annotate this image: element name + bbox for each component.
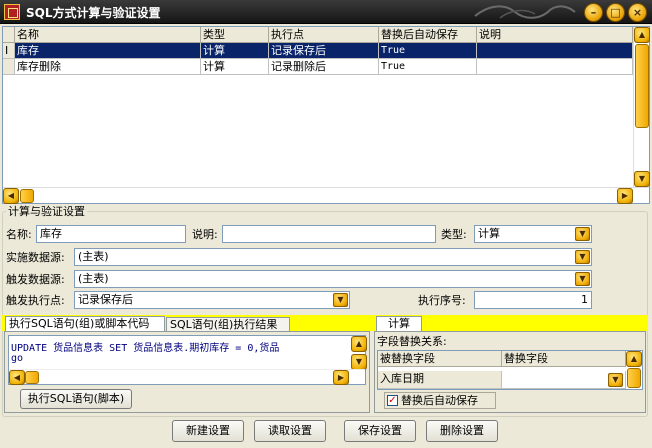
scroll-up-icon[interactable]: ▲ bbox=[626, 351, 642, 367]
grid-corner-header bbox=[3, 27, 15, 43]
scroll-thumb[interactable] bbox=[635, 44, 649, 128]
code-line: UPDATE 货品信息表 SET 货品信息表.期初库存 = 0,货品 bbox=[11, 343, 280, 354]
trigger-source-select[interactable]: (主表) ▼ bbox=[74, 270, 592, 288]
checkbox-check-icon[interactable]: ✓ bbox=[387, 395, 398, 406]
close-button[interactable]: × bbox=[628, 3, 647, 22]
cell-replaced-field[interactable]: 入库日期 bbox=[378, 371, 502, 389]
cell-type[interactable]: 计算 bbox=[201, 59, 269, 75]
trigger-point-value: 记录保存后 bbox=[78, 293, 133, 306]
title-bar[interactable]: SQL方式计算与验证设置 – □ × bbox=[0, 0, 652, 24]
code-line: go bbox=[11, 353, 24, 364]
maximize-button[interactable]: □ bbox=[606, 3, 625, 22]
ornament-icon bbox=[474, 5, 576, 19]
exec-order-input[interactable]: 1 bbox=[474, 291, 592, 309]
name-input[interactable]: 库存 bbox=[36, 225, 186, 243]
scroll-thumb[interactable] bbox=[627, 368, 641, 388]
scroll-down-icon[interactable]: ▼ bbox=[634, 171, 650, 187]
group-title: 计算与验证设置 bbox=[6, 205, 87, 219]
dropdown-arrow-icon[interactable]: ▼ bbox=[333, 293, 348, 307]
column-header-replaced[interactable]: 被替换字段 bbox=[378, 351, 502, 367]
column-header-replacement[interactable]: 替换字段 bbox=[502, 351, 626, 367]
trigger-point-label: 触发执行点: bbox=[6, 294, 65, 307]
cell-exec-point[interactable]: 记录删除后 bbox=[269, 59, 379, 75]
relation-table[interactable]: 被替换字段 替换字段 入库日期 ▼ ▲ bbox=[377, 350, 643, 390]
run-sql-button[interactable]: 执行SQL语句(脚本) bbox=[20, 389, 132, 409]
scroll-right-icon[interactable]: ▶ bbox=[333, 370, 349, 385]
type-label: 类型: bbox=[441, 228, 467, 241]
minimize-button[interactable]: – bbox=[584, 3, 603, 22]
desc-label: 说明: bbox=[192, 228, 218, 241]
exec-order-label: 执行序号: bbox=[418, 294, 466, 307]
trigger-source-label: 触发数据源: bbox=[6, 273, 65, 286]
relation-label: 字段替换关系: bbox=[377, 335, 447, 348]
column-header-name[interactable]: 名称 bbox=[15, 27, 201, 43]
sql-editor[interactable]: UPDATE 货品信息表 SET 货品信息表.期初库存 = 0,货品 go ▲ … bbox=[8, 335, 367, 385]
cell-desc[interactable] bbox=[477, 43, 633, 59]
editor-horizontal-scrollbar[interactable]: ◀ ▶ bbox=[9, 369, 365, 385]
cell-replacement-field[interactable]: ▼ bbox=[502, 371, 626, 389]
grid-vertical-scrollbar[interactable]: ▲ ▼ bbox=[633, 27, 650, 187]
dropdown-arrow-icon[interactable]: ▼ bbox=[575, 227, 590, 241]
scroll-left-icon[interactable]: ◀ bbox=[3, 188, 19, 204]
cell-autosave[interactable]: True bbox=[379, 43, 477, 59]
column-header-type[interactable]: 类型 bbox=[201, 27, 269, 43]
tab-sql-code[interactable]: 执行SQL语句(组)或脚本代码 bbox=[5, 316, 165, 332]
source-value: (主表) bbox=[78, 250, 109, 263]
scroll-thumb[interactable] bbox=[25, 371, 39, 384]
table-row[interactable]: 库存删除 计算 记录删除后 True bbox=[3, 59, 633, 75]
scroll-thumb[interactable] bbox=[20, 189, 34, 203]
column-header-desc[interactable]: 说明 bbox=[477, 27, 633, 43]
read-setting-button[interactable]: 读取设置 bbox=[254, 420, 326, 442]
app-icon bbox=[4, 4, 20, 20]
row-indicator: I bbox=[3, 43, 15, 59]
autosave-label: 替换后自动保存 bbox=[401, 394, 478, 407]
cell-exec-point[interactable]: 记录保存后 bbox=[269, 43, 379, 59]
new-setting-button[interactable]: 新建设置 bbox=[172, 420, 244, 442]
autosave-box[interactable]: ✓ 替换后自动保存 bbox=[384, 392, 496, 409]
column-header-autosave[interactable]: 替换后自动保存 bbox=[379, 27, 477, 43]
cell-type[interactable]: 计算 bbox=[201, 43, 269, 59]
tab-calc[interactable]: 计算 bbox=[376, 316, 422, 332]
dropdown-arrow-icon[interactable]: ▼ bbox=[575, 250, 590, 264]
delete-setting-button[interactable]: 删除设置 bbox=[426, 420, 498, 442]
row-indicator bbox=[3, 59, 15, 75]
save-setting-button[interactable]: 保存设置 bbox=[344, 420, 416, 442]
dropdown-arrow-icon[interactable]: ▼ bbox=[575, 272, 590, 286]
type-value: 计算 bbox=[478, 227, 500, 240]
table-row[interactable]: I 库存 计算 记录保存后 True bbox=[3, 43, 633, 59]
scroll-down-icon[interactable]: ▼ bbox=[351, 354, 367, 370]
scroll-right-icon[interactable]: ▶ bbox=[617, 188, 633, 204]
settings-grid[interactable]: 名称 类型 执行点 替换后自动保存 说明 I 库存 计算 记录保存后 True … bbox=[2, 26, 650, 204]
scroll-up-icon[interactable]: ▲ bbox=[351, 336, 367, 352]
source-label: 实施数据源: bbox=[6, 251, 65, 264]
type-select[interactable]: 计算 ▼ bbox=[474, 225, 592, 243]
desc-input[interactable] bbox=[222, 225, 436, 243]
cell-desc[interactable] bbox=[477, 59, 633, 75]
source-select[interactable]: (主表) ▼ bbox=[74, 248, 592, 266]
name-label: 名称: bbox=[6, 228, 32, 241]
window-title: SQL方式计算与验证设置 bbox=[26, 6, 161, 20]
cell-autosave[interactable]: True bbox=[379, 59, 477, 75]
trigger-source-value: (主表) bbox=[78, 272, 109, 285]
cell-name[interactable]: 库存 bbox=[15, 43, 201, 59]
column-header-exec-point[interactable]: 执行点 bbox=[269, 27, 379, 43]
scroll-left-icon[interactable]: ◀ bbox=[9, 370, 25, 385]
dropdown-arrow-icon[interactable]: ▼ bbox=[608, 373, 623, 387]
trigger-point-select[interactable]: 记录保存后 ▼ bbox=[74, 291, 350, 309]
scroll-up-icon[interactable]: ▲ bbox=[634, 27, 650, 43]
cell-name[interactable]: 库存删除 bbox=[15, 59, 201, 75]
grid-horizontal-scrollbar[interactable]: ◀ ▶ bbox=[3, 187, 649, 204]
